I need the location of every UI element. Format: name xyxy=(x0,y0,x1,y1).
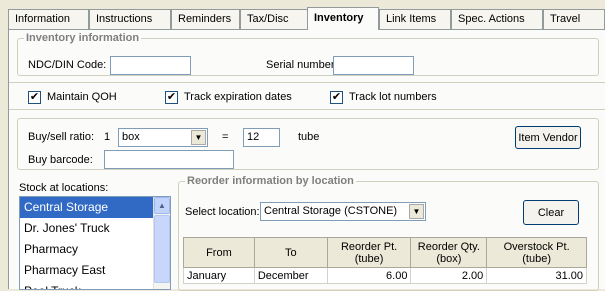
maintain-qoh-checkbox[interactable]: ✔ xyxy=(28,91,41,104)
reorder-legend: Reorder information by location xyxy=(187,175,354,187)
list-item[interactable]: Dr. Jones' Truck xyxy=(20,218,170,239)
tab-strip: Information Instructions Reminders Tax/D… xyxy=(8,7,605,30)
reorder-point-cell[interactable]: 6.00 xyxy=(326,267,412,284)
from-cell[interactable]: January xyxy=(183,267,255,284)
ndc-label: NDC/DIN Code: xyxy=(28,59,107,71)
tab-reminders[interactable]: Reminders xyxy=(171,9,240,29)
inventory-panel: Inventory information NDC/DIN Code: Seri… xyxy=(8,29,605,291)
column-header[interactable]: Reorder Qty. (box) xyxy=(410,237,488,268)
tab-instructions[interactable]: Instructions xyxy=(89,9,171,29)
maintain-qoh-label: Maintain QOH xyxy=(47,91,117,103)
barcode-input[interactable] xyxy=(104,150,234,169)
list-scrollbar[interactable]: ▲ xyxy=(153,197,170,289)
chevron-up-icon[interactable]: ▲ xyxy=(154,197,170,214)
column-header[interactable]: Reorder Pt. (tube) xyxy=(326,237,412,268)
equals-sign: = xyxy=(222,131,229,143)
track-lot-label: Track lot numbers xyxy=(349,91,437,103)
stock-locations-list[interactable]: Central Storage Dr. Jones' Truck Pharmac… xyxy=(19,196,171,290)
sell-unit-label: tube xyxy=(298,131,320,143)
reorder-qty-cell[interactable]: 2.00 xyxy=(410,267,488,284)
ratio-input[interactable]: 12 xyxy=(243,128,280,147)
divider xyxy=(9,82,605,83)
unit-select-value: box xyxy=(122,131,140,143)
column-header[interactable]: From xyxy=(183,237,255,268)
inventory-info-legend: Inventory information xyxy=(26,32,140,44)
check-icon: ✔ xyxy=(29,91,40,103)
serial-input[interactable] xyxy=(333,56,414,75)
unit-select[interactable]: box ▼ xyxy=(118,128,208,147)
list-item[interactable]: Central Storage xyxy=(20,197,170,218)
column-header[interactable]: To xyxy=(253,237,328,268)
clear-button[interactable]: Clear xyxy=(523,200,579,225)
tab-inventory[interactable]: Inventory xyxy=(307,7,379,30)
select-location-label: Select location: xyxy=(185,206,260,218)
tab-spec-actions[interactable]: Spec. Actions xyxy=(451,9,543,29)
tab-information[interactable]: Information xyxy=(8,9,89,29)
list-item[interactable]: Pharmacy East xyxy=(20,260,170,281)
item-vendor-button[interactable]: Item Vendor xyxy=(515,126,581,149)
tab-travel[interactable]: Travel xyxy=(543,9,605,29)
check-icon: ✔ xyxy=(331,91,342,103)
stock-locations-label: Stock at locations: xyxy=(19,182,109,194)
table-header-row: From To Reorder Pt. (tube) Reorder Qty. … xyxy=(183,237,587,268)
overstock-point-cell[interactable]: 31.00 xyxy=(486,267,587,284)
tab-link-items[interactable]: Link Items xyxy=(379,9,451,29)
location-select-value: Central Storage (CSTONE) xyxy=(264,205,398,217)
check-icon: ✔ xyxy=(166,91,177,103)
to-cell[interactable]: December xyxy=(253,267,328,284)
reorder-table: From To Reorder Pt. (tube) Reorder Qty. … xyxy=(183,237,587,284)
chevron-down-icon[interactable]: ▼ xyxy=(409,204,424,219)
scroll-thumb[interactable] xyxy=(154,215,170,283)
tab-tax-disc[interactable]: Tax/Disc xyxy=(240,9,310,29)
track-lot-checkbox[interactable]: ✔ xyxy=(330,91,343,104)
chevron-down-icon[interactable]: ▼ xyxy=(191,130,206,145)
ndc-input[interactable] xyxy=(110,56,191,75)
table-row[interactable]: January December 6.00 2.00 31.00 xyxy=(183,267,587,284)
divider xyxy=(9,109,605,110)
buy-qty: 1 xyxy=(104,131,111,143)
column-header[interactable]: Overstock Pt. (tube) xyxy=(486,237,587,268)
barcode-label: Buy barcode: xyxy=(28,154,93,166)
buy-sell-label: Buy/sell ratio: xyxy=(28,131,95,143)
list-item[interactable]: Pharmacy xyxy=(20,239,170,260)
location-select[interactable]: Central Storage (CSTONE) ▼ xyxy=(260,202,426,221)
track-expiration-label: Track expiration dates xyxy=(184,91,292,103)
track-expiration-checkbox[interactable]: ✔ xyxy=(165,91,178,104)
serial-label: Serial number: xyxy=(266,59,338,71)
